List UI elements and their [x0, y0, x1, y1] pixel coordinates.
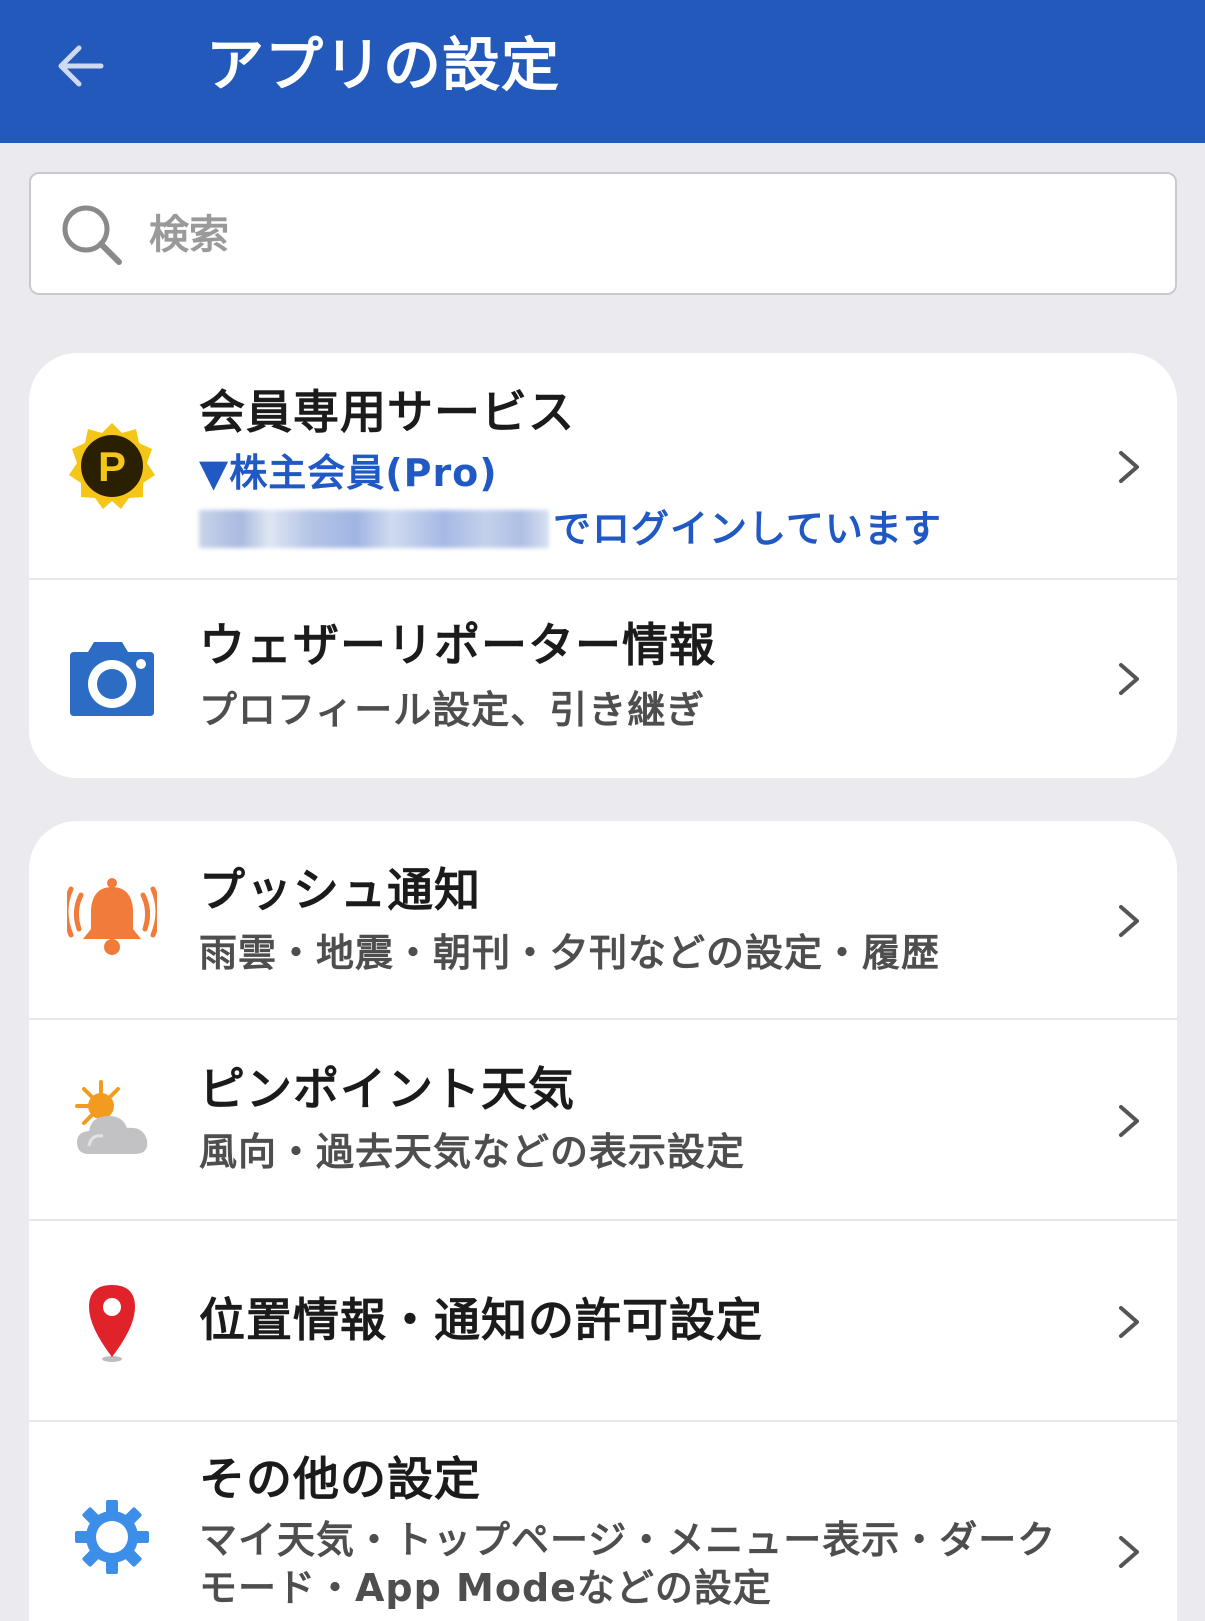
settings-card: プッシュ通知 雨雲・地震・朝刊・夕刊などの設定・履歴 ピンポイント天気 風向・過… [29, 821, 1177, 1621]
chevron-right-icon [1119, 451, 1139, 483]
location-permission-row[interactable]: 位置情報・通知の許可設定 [29, 1221, 1177, 1422]
pinpoint-weather-subtitle: 風向・過去天気などの表示設定 [199, 1130, 746, 1174]
back-button[interactable] [48, 34, 112, 98]
camera-icon [67, 632, 157, 722]
chevron-right-icon [1119, 905, 1139, 937]
other-settings-subtitle-line2: モード・App Modeなどの設定 [199, 1566, 772, 1610]
location-permission-title: 位置情報・通知の許可設定 [199, 1293, 763, 1347]
login-text: でログインしています [553, 507, 942, 551]
app-bar: アプリの設定 [0, 0, 1205, 143]
pinpoint-weather-row[interactable]: ピンポイント天気 風向・過去天気などの表示設定 [29, 1020, 1177, 1221]
premium-badge-icon: P [67, 421, 157, 511]
other-settings-row[interactable]: その他の設定 マイ天気・トップページ・メニュー表示・ダーク モード・App Mo… [29, 1422, 1177, 1621]
weather-reporter-row[interactable]: ウェザーリポーター情報 プロフィール設定、引き継ぎ [29, 580, 1177, 778]
member-service-title: 会員専用サービス [199, 385, 575, 439]
svg-text:P: P [98, 443, 126, 490]
search-input[interactable] [149, 202, 1109, 268]
push-notification-title: プッシュ通知 [199, 863, 481, 917]
search-icon [62, 205, 122, 265]
account-card: P 会員専用サービス ▼株主会員(Pro) でログインしています ウェザーリポー… [29, 353, 1177, 778]
pinpoint-weather-title: ピンポイント天気 [199, 1062, 575, 1116]
chevron-right-icon [1119, 1536, 1139, 1568]
blurred-email [199, 510, 549, 548]
weather-reporter-title: ウェザーリポーター情報 [199, 618, 716, 672]
membership-status: ▼株主会員(Pro) [199, 451, 498, 495]
other-settings-title: その他の設定 [199, 1452, 481, 1506]
search-box[interactable] [29, 172, 1177, 295]
location-pin-icon [67, 1277, 157, 1367]
sun-cloud-icon [67, 1076, 157, 1166]
chevron-right-icon [1119, 663, 1139, 695]
other-settings-subtitle-line1: マイ天気・トップページ・メニュー表示・ダーク [199, 1518, 1057, 1562]
bell-icon [67, 873, 157, 963]
chevron-right-icon [1119, 1105, 1139, 1137]
gear-icon [67, 1492, 157, 1582]
login-info: でログインしています [199, 503, 1067, 555]
weather-reporter-subtitle: プロフィール設定、引き継ぎ [199, 688, 706, 732]
push-notification-row[interactable]: プッシュ通知 雨雲・地震・朝刊・夕刊などの設定・履歴 [29, 821, 1177, 1020]
push-notification-subtitle: 雨雲・地震・朝刊・夕刊などの設定・履歴 [199, 931, 941, 975]
arrow-left-icon [58, 45, 104, 87]
member-service-row[interactable]: P 会員専用サービス ▼株主会員(Pro) でログインしています [29, 353, 1177, 580]
page-title: アプリの設定 [206, 31, 561, 99]
chevron-right-icon [1119, 1306, 1139, 1338]
